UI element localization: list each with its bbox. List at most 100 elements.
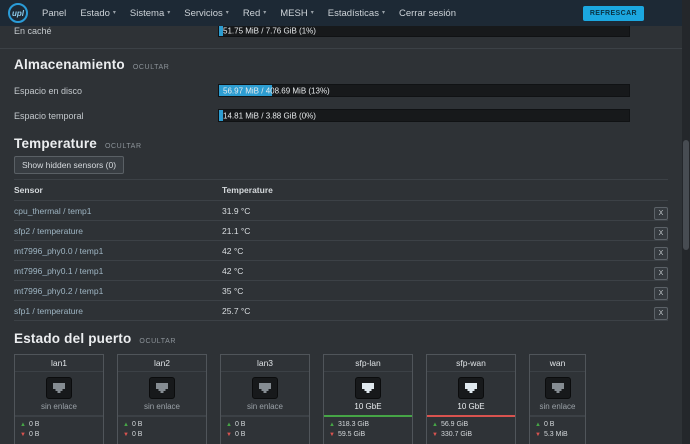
download-value: 59.5 GiB xyxy=(338,430,365,440)
upload-value: 0 B xyxy=(132,420,143,430)
disk-space-row: Espacio en disco 56.97 MiB / 408.69 MiB … xyxy=(14,84,668,97)
vertical-scrollbar[interactable] xyxy=(682,0,690,444)
upload-value: 0 B xyxy=(544,420,555,430)
remove-sensor-button[interactable]: X xyxy=(654,227,668,240)
port-card-lan2[interactable]: lan2 sin enlace ▲0 B ▼0 B xyxy=(117,354,207,444)
show-hidden-sensors-button[interactable]: Show hidden sensors (0) xyxy=(14,156,124,174)
port-card-lan1[interactable]: lan1 sin enlace ▲0 B ▼0 B xyxy=(14,354,104,444)
port-status-text: 10 GbE xyxy=(427,402,515,415)
download-arrow-icon: ▼ xyxy=(535,432,541,438)
refresh-button[interactable]: REFRESCAR xyxy=(583,6,644,21)
port-card-sfp-wan[interactable]: sfp-wan 10 GbE ▲56.9 GiB ▼330.7 GiB xyxy=(426,354,516,444)
port-card-lan3[interactable]: lan3 sin enlace ▲0 B ▼0 B xyxy=(220,354,310,444)
port-traffic: ▲56.9 GiB ▼330.7 GiB xyxy=(427,417,515,444)
sensor-value: 42 °C xyxy=(222,261,644,281)
port-name: sfp-lan xyxy=(324,355,412,372)
port-name: lan3 xyxy=(221,355,309,372)
sensor-table: Sensor Temperature cpu_thermal / temp1 3… xyxy=(14,179,668,321)
progressbar-text: 51.75 MiB / 7.76 GiB (1%) xyxy=(223,26,316,35)
storage-hide-toggle[interactable]: OCULTAR xyxy=(133,64,170,71)
column-actions xyxy=(644,180,668,201)
port-name: wan xyxy=(530,355,585,372)
chevron-down-icon: ▾ xyxy=(311,10,314,16)
port-name: lan2 xyxy=(118,355,206,372)
nav-item-estadisticas[interactable]: Estadísticas ▾ xyxy=(328,8,385,19)
download-value: 0 B xyxy=(132,430,143,440)
cache-label: En caché xyxy=(14,26,218,36)
upload-arrow-icon: ▲ xyxy=(535,422,541,428)
port-traffic: ▲0 B ▼0 B xyxy=(118,417,206,444)
upload-arrow-icon: ▲ xyxy=(329,422,335,428)
disk-space-label: Espacio en disco xyxy=(14,86,218,96)
temp-space-progressbar: 14.81 MiB / 3.88 GiB (0%) xyxy=(218,109,630,122)
nav-item-estado[interactable]: Estado ▾ xyxy=(80,8,116,19)
port-traffic: ▲0 B ▼0 B xyxy=(221,417,309,444)
nav-item-label: MESH xyxy=(280,8,307,19)
table-row: mt7996_phy0.0 / temp1 42 °C X xyxy=(14,241,668,261)
ethernet-port-icon xyxy=(252,377,278,399)
upload-arrow-icon: ▲ xyxy=(226,422,232,428)
sensor-name: mt7996_phy0.0 / temp1 xyxy=(14,241,222,261)
chevron-down-icon: ▾ xyxy=(113,10,116,16)
temperature-hide-toggle[interactable]: OCULTAR xyxy=(105,143,142,150)
remove-sensor-button[interactable]: X xyxy=(654,207,668,220)
sensor-name: mt7996_phy0.1 / temp1 xyxy=(14,261,222,281)
nav-item-red[interactable]: Red ▾ xyxy=(243,8,266,19)
navbar: upl Panel Estado ▾ Sistema ▾ Servicios ▾… xyxy=(0,0,682,26)
divider xyxy=(0,48,682,49)
nav-item-sistema[interactable]: Sistema ▾ xyxy=(130,8,170,19)
nav-item-panel[interactable]: Panel xyxy=(42,8,66,19)
main-content: En caché 51.75 MiB / 7.76 GiB (1%) Almac… xyxy=(0,26,682,444)
download-arrow-icon: ▼ xyxy=(226,432,232,438)
remove-sensor-button[interactable]: X xyxy=(654,307,668,320)
nav-item-servicios[interactable]: Servicios ▾ xyxy=(184,8,229,19)
remove-sensor-button[interactable]: X xyxy=(654,267,668,280)
sensor-name: sfp1 / temperature xyxy=(14,301,222,321)
ethernet-port-icon xyxy=(46,377,72,399)
sensor-name: sfp2 / temperature xyxy=(14,221,222,241)
nav-item-label: Panel xyxy=(42,8,66,19)
table-row: cpu_thermal / temp1 31.9 °C X xyxy=(14,201,668,221)
remove-sensor-button[interactable]: X xyxy=(654,287,668,300)
progressbar-text: 14.81 MiB / 3.88 GiB (0%) xyxy=(223,111,316,120)
sensor-table-header: Sensor Temperature xyxy=(14,180,668,201)
port-status-text: sin enlace xyxy=(530,402,585,415)
remove-sensor-button[interactable]: X xyxy=(654,247,668,260)
sensor-name: cpu_thermal / temp1 xyxy=(14,201,222,221)
brand-logo[interactable]: upl xyxy=(8,3,28,23)
port-card-sfp-lan[interactable]: sfp-lan 10 GbE ▲318.3 GiB ▼59.5 GiB xyxy=(323,354,413,444)
memory-cache-row: En caché 51.75 MiB / 7.76 GiB (1%) xyxy=(14,26,668,46)
nav-item-label: Estado xyxy=(80,8,110,19)
ethernet-port-icon xyxy=(355,377,381,399)
column-sensor: Sensor xyxy=(14,180,222,201)
storage-title: Almacenamiento xyxy=(14,57,125,72)
sensor-value: 35 °C xyxy=(222,281,644,301)
download-arrow-icon: ▼ xyxy=(329,432,335,438)
ethernet-port-icon xyxy=(458,377,484,399)
cache-progressbar: 51.75 MiB / 7.76 GiB (1%) xyxy=(218,26,630,37)
upload-value: 0 B xyxy=(235,420,246,430)
port-status-text: sin enlace xyxy=(118,402,206,415)
sensor-value: 42 °C xyxy=(222,241,644,261)
port-card-wan[interactable]: wan sin enlace ▲0 B ▼5.3 MiB xyxy=(529,354,586,444)
table-row: sfp1 / temperature 25.7 °C X xyxy=(14,301,668,321)
nav-item-mesh[interactable]: MESH ▾ xyxy=(280,8,313,19)
table-row: sfp2 / temperature 21.1 °C X xyxy=(14,221,668,241)
nav-item-label: Estadísticas xyxy=(328,8,379,19)
chevron-down-icon: ▾ xyxy=(167,10,170,16)
nav-item-label: Sistema xyxy=(130,8,164,19)
port-status-hide-toggle[interactable]: OCULTAR xyxy=(139,338,176,345)
upload-value: 318.3 GiB xyxy=(338,420,369,430)
chevron-down-icon: ▾ xyxy=(263,10,266,16)
temp-space-row: Espacio temporal 14.81 MiB / 3.88 GiB (0… xyxy=(14,109,668,122)
download-value: 330.7 GiB xyxy=(441,430,472,440)
sensor-value: 25.7 °C xyxy=(222,301,644,321)
sensor-value: 31.9 °C xyxy=(222,201,644,221)
port-name: lan1 xyxy=(15,355,103,372)
nav-item-logout[interactable]: Cerrar sesión xyxy=(399,8,456,19)
scrollbar-thumb[interactable] xyxy=(683,140,689,250)
port-traffic: ▲318.3 GiB ▼59.5 GiB xyxy=(324,417,412,444)
port-status-text: sin enlace xyxy=(221,402,309,415)
nav-item-label: Red xyxy=(243,8,260,19)
download-arrow-icon: ▼ xyxy=(123,432,129,438)
